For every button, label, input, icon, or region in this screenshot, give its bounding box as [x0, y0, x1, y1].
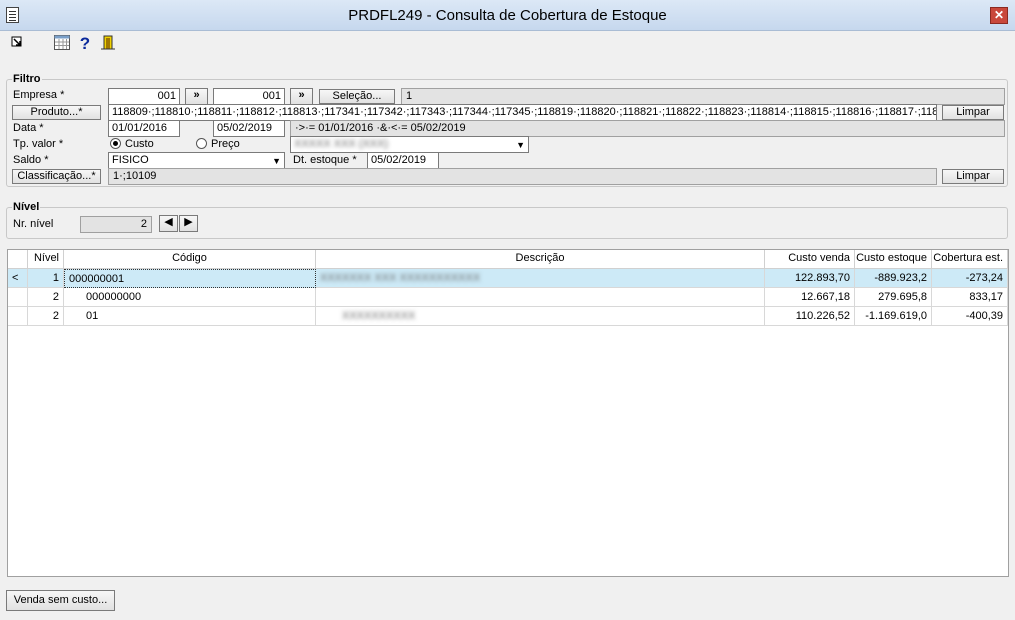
table-row[interactable]: 2 000000000 12.667,18 279.695,8 833,17 — [8, 288, 1008, 307]
preco-radio-label[interactable]: Preço — [211, 138, 240, 150]
venda-sem-custo-button[interactable]: Venda sem custo... — [6, 590, 115, 611]
cell-custo-estoque: -1.169.619,0 — [855, 307, 932, 326]
help-icon[interactable]: ? — [76, 35, 94, 53]
empresa-to-input[interactable]: 001 — [213, 88, 285, 105]
data-summary: ·>·= 01/01/2016 ·&·<·= 05/02/2019 — [290, 120, 1005, 137]
cell-custo-estoque: 279.695,8 — [855, 288, 932, 307]
row-marker — [8, 307, 28, 326]
cell-custo-venda: 122.893,70 — [765, 269, 855, 288]
col-header-cobertura[interactable]: Cobertura est. — [932, 250, 1008, 269]
nr-nivel-value: 2 — [80, 216, 152, 233]
close-button[interactable]: ✕ — [990, 7, 1008, 24]
empresa-to-more-button[interactable]: » — [290, 88, 313, 105]
arrow-right-icon: ▶ — [184, 216, 193, 228]
empresa-from-input[interactable]: 001 — [108, 88, 180, 105]
cell-cobertura: 833,17 — [932, 288, 1008, 307]
nivel-prev-button[interactable]: ◀ — [159, 215, 178, 232]
cell-descricao-text: XXXXXXXXXX — [342, 310, 416, 322]
cell-custo-estoque: -889.923,2 — [855, 269, 932, 288]
window-title: PRDFL249 - Consulta de Cobertura de Esto… — [348, 7, 667, 24]
custo-radio[interactable] — [110, 138, 121, 149]
cell-nivel: 1 — [28, 269, 64, 288]
row-marker — [8, 288, 28, 307]
classificacao-button[interactable]: Classificação...* — [12, 169, 101, 184]
chevron-down-icon: ▼ — [272, 156, 281, 166]
filtro-title: Filtro — [12, 73, 42, 85]
chevron-down-icon: ▼ — [516, 140, 525, 150]
cell-descricao — [316, 288, 765, 307]
calendar-grid-icon[interactable] — [53, 35, 71, 53]
col-header-descricao[interactable]: Descrição — [316, 250, 765, 269]
preco-radio[interactable] — [196, 138, 207, 149]
data-to-input[interactable]: 05/02/2019 — [213, 120, 285, 137]
tp-valor-label: Tp. valor * — [13, 138, 64, 150]
classificacao-value: 1·;10109 — [108, 168, 937, 185]
col-header-custo-venda[interactable]: Custo venda — [765, 250, 855, 269]
nivel-title: Nível — [12, 201, 41, 213]
produto-value-input[interactable]: 118809·;118810·;118811·;118812·;118813·;… — [108, 104, 937, 121]
empresa-from-more-button[interactable]: » — [185, 88, 208, 105]
results-grid[interactable]: Nível Código Descrição Custo venda Custo… — [7, 249, 1009, 577]
cell-nivel: 2 — [28, 288, 64, 307]
tp-valor-select-value: XXXXX XXX (XXX) — [294, 138, 389, 150]
exit-icon[interactable] — [8, 35, 26, 53]
data-from-input[interactable]: 01/01/2016 — [108, 120, 180, 137]
nivel-group — [6, 207, 1008, 239]
tp-valor-select[interactable]: XXXXX XXX (XXX) ▼ — [290, 136, 529, 153]
cell-descricao: XXXXXXXXXX — [316, 307, 765, 326]
cell-cobertura: -273,24 — [932, 269, 1008, 288]
dt-estoque-label: Dt. estoque * — [293, 154, 357, 166]
saldo-select-value: FISICO — [112, 154, 149, 166]
selecao-button[interactable]: Seleção... — [319, 89, 395, 104]
col-header-custo-estoque[interactable]: Custo estoque — [855, 250, 932, 269]
table-row[interactable]: < 1 000000001 XXXXXXX XXX XXXXXXXXXXX 12… — [8, 269, 1008, 288]
saldo-label: Saldo * — [13, 154, 49, 166]
cell-codigo: 000000001 — [64, 269, 316, 288]
nivel-next-button[interactable]: ▶ — [179, 215, 198, 232]
row-marker: < — [8, 269, 28, 288]
empresa-label: Empresa * — [13, 89, 65, 101]
cell-codigo: 01 — [64, 307, 316, 326]
custo-radio-label[interactable]: Custo — [125, 138, 154, 150]
cell-descricao: XXXXXXX XXX XXXXXXXXXXX — [316, 269, 765, 288]
data-label: Data * — [13, 122, 44, 134]
produto-button[interactable]: Produto...* — [12, 105, 101, 120]
col-header-marker — [8, 250, 28, 269]
selecao-value: 1 — [401, 88, 1005, 105]
produto-limpar-button[interactable]: Limpar — [942, 105, 1004, 120]
door-icon[interactable] — [99, 35, 117, 53]
cell-codigo: 000000000 — [64, 288, 316, 307]
nr-nivel-label: Nr. nível — [13, 218, 54, 230]
cell-nivel: 2 — [28, 307, 64, 326]
col-header-codigo[interactable]: Código — [64, 250, 316, 269]
cell-cobertura: -400,39 — [932, 307, 1008, 326]
arrow-left-icon: ◀ — [164, 216, 173, 228]
classificacao-limpar-button[interactable]: Limpar — [942, 169, 1004, 184]
cell-custo-venda: 110.226,52 — [765, 307, 855, 326]
dt-estoque-input[interactable]: 05/02/2019 — [367, 152, 439, 169]
cell-descricao-text: XXXXXXX XXX XXXXXXXXXXX — [320, 272, 481, 284]
cell-custo-venda: 12.667,18 — [765, 288, 855, 307]
saldo-select[interactable]: FISICO ▼ — [108, 152, 285, 169]
col-header-nivel[interactable]: Nível — [28, 250, 64, 269]
table-row[interactable]: 2 01 XXXXXXXXXX 110.226,52 -1.169.619,0 … — [8, 307, 1008, 326]
